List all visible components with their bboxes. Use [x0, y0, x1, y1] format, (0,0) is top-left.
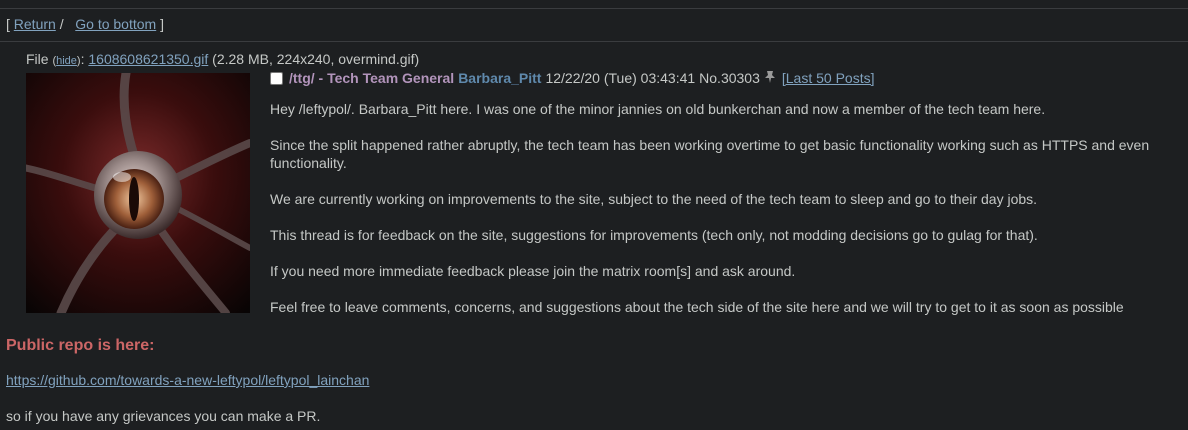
hide-file-control: (hide): [52, 55, 81, 67]
file-link[interactable]: 1608608621350.gif: [88, 51, 208, 67]
file-info: File (hide): 1608608621350.gif (2.28 MB,…: [26, 51, 420, 67]
top-divider: [0, 8, 1188, 9]
post-number[interactable]: No.30303: [699, 70, 760, 86]
closing-text: so if you have any grievances you can ma…: [6, 408, 321, 424]
post-select-checkbox[interactable]: [270, 71, 283, 85]
eye-image: [26, 73, 250, 313]
nav-divider: [0, 41, 1188, 42]
poster-name: Barbara_Pitt: [458, 70, 542, 86]
post-timestamp: 12/22/20 (Tue) 03:43:41: [545, 70, 696, 86]
nav-open-bracket: [: [6, 16, 10, 32]
post-intro: /ttg/ - Tech Team General Barbara_Pitt 1…: [270, 69, 1188, 87]
post-paragraph: Hey /leftypol/. Barbara_Pitt here. I was…: [270, 101, 1046, 117]
redtext-heading: Public repo is here:: [6, 337, 155, 354]
post-paragraph: Feel free to leave comments, concerns, a…: [270, 299, 1124, 315]
return-link[interactable]: Return: [14, 16, 56, 32]
post-paragraph: This thread is for feedback on the site,…: [270, 227, 1038, 243]
file-prefix: File: [26, 51, 49, 67]
post-thumbnail[interactable]: [26, 73, 250, 313]
op-post-header: /ttg/ - Tech Team General Barbara_Pitt 1…: [270, 69, 1188, 87]
nav-separator: /: [59, 16, 64, 32]
pin-icon: [764, 70, 776, 87]
post-paragraph: We are currently working on improvements…: [270, 191, 1038, 207]
post-paragraph: If you need more immediate feedback plea…: [270, 263, 796, 279]
hide-file-link[interactable]: hide: [56, 55, 77, 67]
post-paragraph: functionality.: [270, 155, 347, 171]
go-to-bottom-link[interactable]: Go to bottom: [75, 16, 156, 32]
post-paragraph: Since the split happened rather abruptly…: [270, 137, 1150, 153]
post-subject: /ttg/ - Tech Team General: [289, 70, 455, 86]
file-meta: (2.28 MB, 224x240, overmind.gif): [212, 51, 420, 67]
last-50-posts-link[interactable]: [Last 50 Posts]: [782, 70, 875, 86]
repo-link[interactable]: https://github.com/towards-a-new-leftypo…: [6, 372, 369, 388]
thread-nav: [ Return / Go to bottom ]: [6, 16, 164, 32]
nav-close-bracket: ]: [160, 16, 164, 32]
